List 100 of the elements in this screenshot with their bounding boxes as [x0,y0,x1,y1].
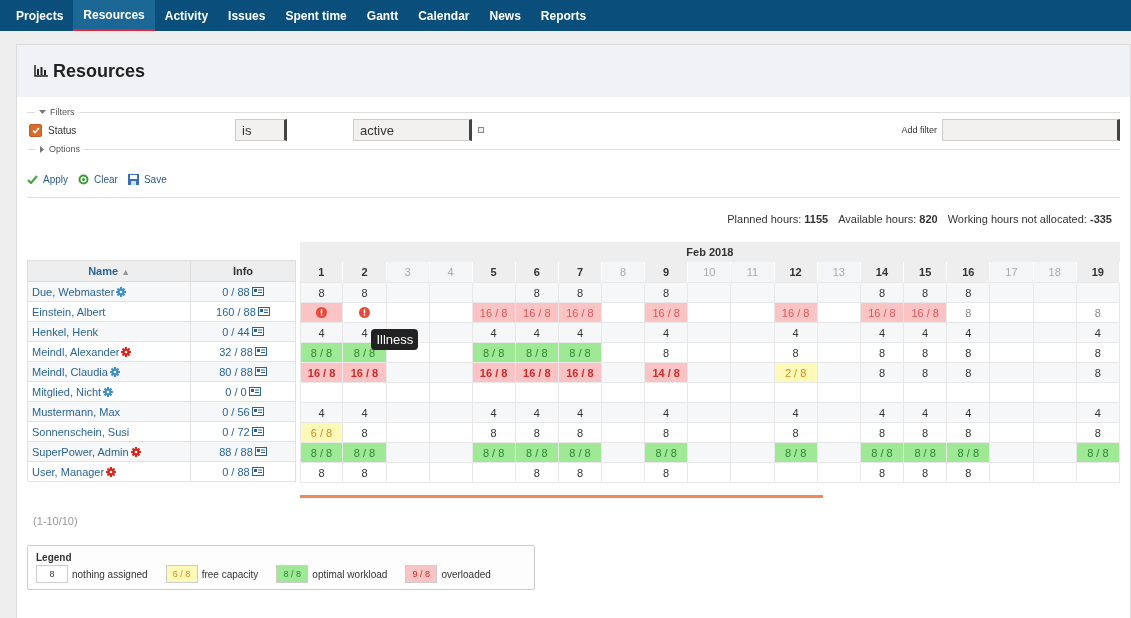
day-cell-text: 4 [360,405,369,421]
day-cell-text: 8 [964,365,973,381]
add-filter-label: Add filter [901,125,937,135]
value-select[interactable]: active [353,119,472,141]
scrollbar[interactable] [300,495,823,498]
day-cell-text: 8 [317,285,326,301]
nav-tab[interactable]: Resources [73,0,155,31]
day-header: 9 [644,262,688,283]
toggle-icon[interactable] [478,127,484,133]
filter-label: Status [48,124,78,136]
day-cell-text: 4 [964,325,973,341]
day-cell-text: 4 [921,405,930,421]
day-cell-text: 8 [877,345,887,361]
id-card-icon[interactable] [257,307,270,316]
day-cell-text: 4 [317,405,326,421]
nav-tab[interactable]: Issues [218,0,276,31]
day-cell-text: 8 [791,345,800,361]
day-cell: 8 / 8 [343,443,386,462]
day-cell-text: 4 [489,405,498,421]
id-card-icon[interactable] [248,387,261,396]
action-link[interactable]: Apply [27,174,68,185]
day-header: 11 [730,262,775,283]
day-header: 8 [601,262,645,283]
day-cell-text: 4 [1093,325,1102,341]
day-cell-text: 4 [921,325,930,341]
day-cell-text: 4 [317,325,326,341]
nav-tab[interactable]: Reports [530,0,597,31]
id-card-icon[interactable] [251,427,264,436]
action-link[interactable]: Clear [78,174,118,185]
day-cell-text: 8 [877,365,887,381]
day-cell-text: 8 [1093,425,1102,441]
status-checkbox[interactable] [29,123,42,137]
day-cell-text: 8 [1093,365,1102,381]
action-link[interactable]: Save [127,174,167,185]
nav-tab[interactable]: Gantt [356,0,409,31]
day-cell: 8 / 8 [515,443,558,462]
day-cell: 14 / 8 [645,363,688,382]
total-text: Planned hours: 1155 [727,213,829,225]
id-card-icon[interactable] [251,407,264,416]
nav-tab[interactable]: Activity [154,0,219,31]
day-cell: 8 / 8 [774,443,817,462]
hours-text: 0 / 88 [222,285,250,298]
id-card-icon[interactable] [251,287,264,296]
day-cell-text: 8 [360,285,369,301]
options-legend[interactable]: Options [49,144,81,154]
total-text: Working hours not allocated: -335 [947,213,1112,225]
day-cell-text: 8 [662,465,671,481]
id-card-icon[interactable] [254,347,267,356]
nav-tab[interactable]: Projects [6,0,74,31]
legend-sample: 8 / 8 [276,565,309,583]
day-cell-text: 8 [921,365,930,381]
day-cell: 8 / 8 [300,443,343,462]
day-cell-text: 8 [921,345,930,361]
checkmark-icon [27,175,38,184]
hours-text: 32 / 88 [219,345,253,358]
id-card-icon[interactable] [254,447,267,456]
day-cell-text: 8 [532,465,541,481]
nav-tab[interactable]: Spent time [275,0,357,31]
day-cell-text: 8 [791,425,800,441]
id-card-icon[interactable] [251,327,264,336]
hours-text: 0 / 44 [222,325,250,338]
id-card-icon[interactable] [254,367,267,376]
id-card-icon[interactable] [251,467,264,476]
hours-text: 88 / 88 [219,445,253,458]
page-title: Resources [53,60,146,82]
day-cell: 8 / 8 [860,443,904,462]
caret-icon[interactable] [39,145,45,153]
day-cell: 16 / 8 [472,363,515,382]
legend-sample: 8 [36,565,68,583]
day-cell-text: 8 [317,465,326,481]
legend-label: free capacity [201,568,259,580]
day-header: 6 [515,262,559,283]
day-cell-text: 8 [662,425,671,441]
pagination-count: (1-10/10) [33,515,79,527]
day-cell: 16 / 8 [300,363,343,382]
day-header: 16 [946,262,990,283]
day-header: 2 [342,262,387,283]
day-cell: 8 / 8 [472,343,515,362]
day-cell: 8 / 8 [1076,443,1119,462]
day-header: 18 [1033,262,1077,283]
day-cell-text: 8 [575,285,585,301]
day-cell-text: 8 [532,285,541,301]
day-cell: 16 / 8 [774,303,817,322]
operator-select[interactable]: is [235,119,287,141]
day-cell-text: 4 [489,325,498,341]
hours-text: 160 / 88 [216,305,256,318]
nav-tab[interactable]: Calendar [408,0,480,31]
day-cell-text: 8 [877,425,887,441]
day-cell: 16 / 8 [904,303,947,322]
day-cell: 8 / 8 [558,343,602,362]
filters-legend[interactable]: Filters [50,107,75,117]
name-header[interactable]: Name ▲ [27,260,191,282]
caret-icon[interactable] [39,109,46,115]
day-cell-text: 8 [964,305,973,321]
day-cell: 16 / 8 [645,303,688,322]
day-header: 4 [429,262,473,283]
day-cell-text: 4 [575,325,585,341]
nav-tab[interactable]: News [479,0,531,31]
day-cell-text: 8 [877,285,887,301]
day-cell-text: 4 [575,405,585,421]
